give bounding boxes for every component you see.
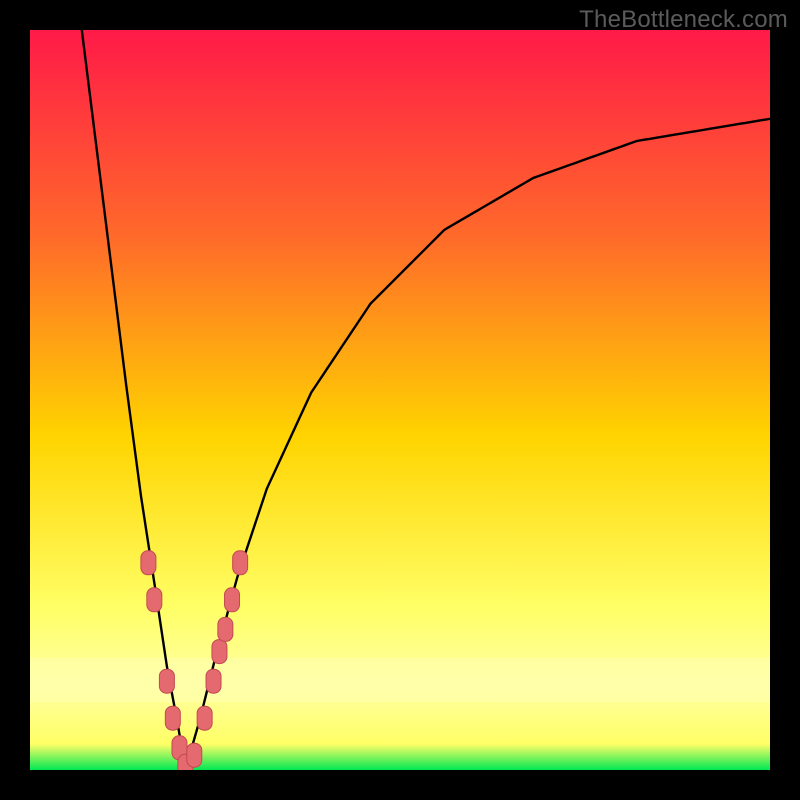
highlight-marker [206,669,221,693]
highlight-marker [187,743,202,767]
highlight-marker [159,669,174,693]
highlight-marker [225,588,240,612]
highlight-marker [197,706,212,730]
highlight-marker [147,588,162,612]
highlight-marker [141,551,156,575]
plot-svg [30,30,770,770]
highlight-marker [233,551,248,575]
pale-band [30,658,770,702]
highlight-marker [212,640,227,664]
highlight-marker [218,617,233,641]
highlight-marker [165,706,180,730]
chart-frame: TheBottleneck.com [0,0,800,800]
